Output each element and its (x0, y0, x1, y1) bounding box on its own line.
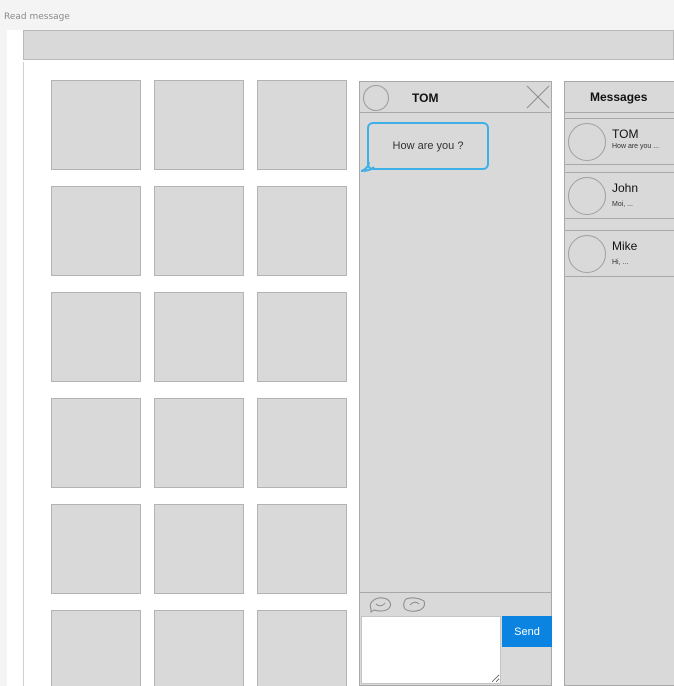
conversation-item[interactable]: John Moi, ... (565, 172, 674, 219)
grid-tile[interactable] (51, 292, 141, 382)
sticker-icon[interactable] (401, 596, 427, 613)
grid-tile[interactable] (154, 398, 244, 488)
smiley-icon[interactable] (368, 596, 394, 613)
grid-tile[interactable] (257, 186, 347, 276)
grid-tile[interactable] (257, 398, 347, 488)
conversation-preview: Moi, ... (612, 201, 634, 208)
grid-tile[interactable] (51, 80, 141, 170)
grid-tile[interactable] (257, 610, 347, 686)
avatar (568, 235, 606, 273)
bubble-tail (361, 162, 375, 172)
grid-tile[interactable] (51, 398, 141, 488)
messages-title: Messages (565, 82, 674, 113)
photo-grid (51, 80, 347, 686)
conversation-name: John (612, 181, 639, 195)
avatar (568, 177, 606, 215)
avatar (363, 85, 389, 111)
close-icon[interactable] (526, 85, 550, 109)
avatar (568, 123, 606, 161)
conversation-item[interactable]: TOM How are you ... (565, 118, 674, 165)
window-title: Read message (4, 12, 70, 22)
grid-tile[interactable] (51, 610, 141, 686)
message-text: How are you ? (392, 140, 464, 152)
chat-window: TOM How are you ? Send (359, 81, 552, 686)
grid-tile[interactable] (154, 504, 244, 594)
conversation-preview: Hi, ... (612, 259, 629, 266)
conversation-name: Mike (612, 239, 638, 253)
grid-tile[interactable] (154, 610, 244, 686)
chat-contact-name: TOM (412, 91, 439, 105)
emoji-bar (360, 592, 551, 614)
grid-tile[interactable] (154, 292, 244, 382)
chat-header: TOM (360, 82, 551, 113)
conversation-preview: How are you ... (612, 143, 660, 150)
grid-tile[interactable] (257, 504, 347, 594)
messages-panel: Messages TOM How are you ... John Moi, .… (564, 81, 674, 686)
grid-tile[interactable] (51, 504, 141, 594)
conversation-name: TOM (612, 127, 639, 141)
grid-tile[interactable] (51, 186, 141, 276)
reply-input[interactable] (361, 616, 501, 684)
grid-tile[interactable] (154, 80, 244, 170)
grid-tile[interactable] (257, 292, 347, 382)
conversation-item[interactable]: Mike Hi, ... (565, 230, 674, 277)
grid-tile[interactable] (257, 80, 347, 170)
send-button[interactable]: Send (502, 616, 552, 647)
message-bubble: How are you ? (367, 122, 489, 170)
grid-tile[interactable] (154, 186, 244, 276)
top-bar (23, 30, 674, 60)
